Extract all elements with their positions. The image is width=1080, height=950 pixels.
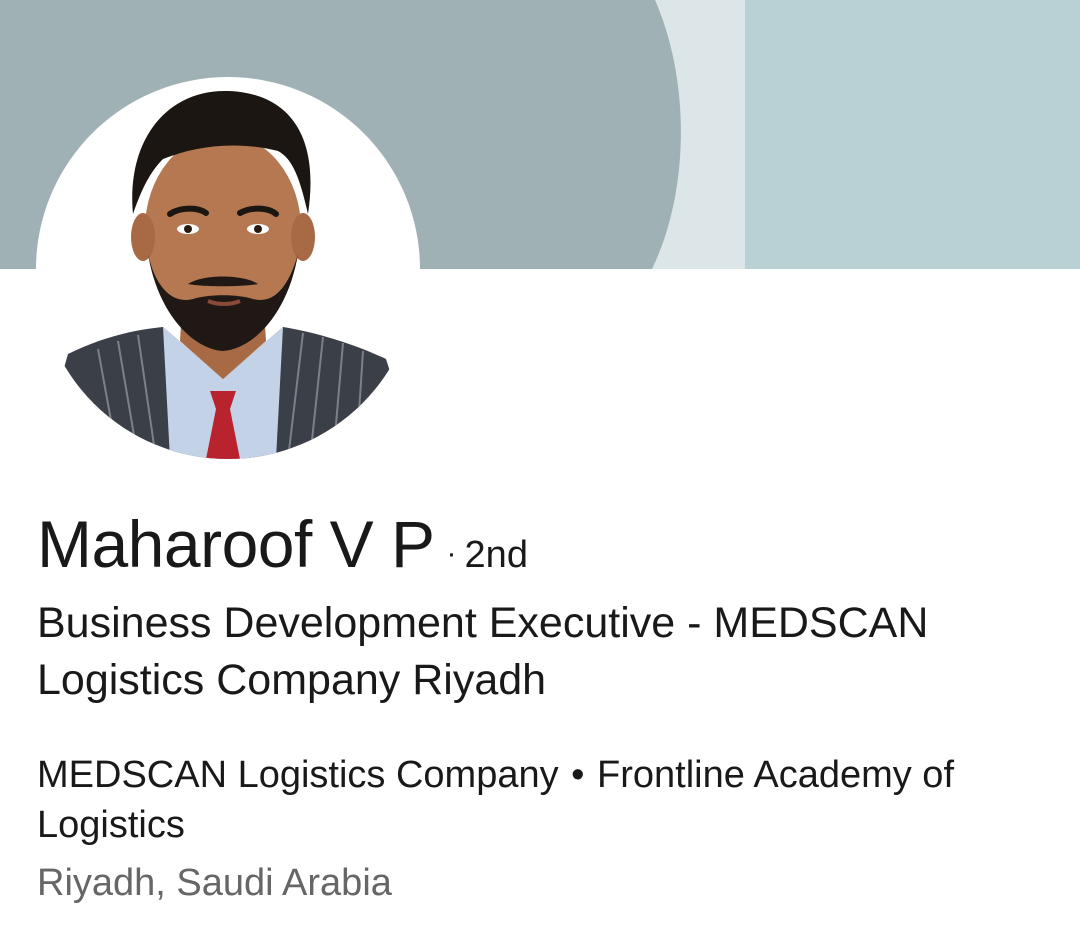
profile-photo-icon	[38, 79, 418, 459]
degree-separator: ·	[446, 537, 457, 570]
profile-page: Maharoof V P · 2nd Business Development E…	[0, 0, 1080, 950]
profile-location: Riyadh, Saudi Arabia	[37, 862, 392, 904]
company-separator: •	[571, 754, 585, 796]
degree-label: 2nd	[464, 534, 528, 576]
connection-degree: · 2nd	[447, 534, 528, 577]
profile-headline: Business Development Executive - MEDSCAN…	[37, 599, 929, 704]
current-company[interactable]: MEDSCAN Logistics Company	[37, 754, 559, 796]
name-row: Maharoof V P · 2nd	[37, 506, 528, 582]
profile-name: Maharoof V P	[37, 507, 435, 581]
avatar[interactable]	[38, 79, 418, 459]
company-line[interactable]: MEDSCAN Logistics Company • Frontline Ac…	[37, 750, 1047, 850]
